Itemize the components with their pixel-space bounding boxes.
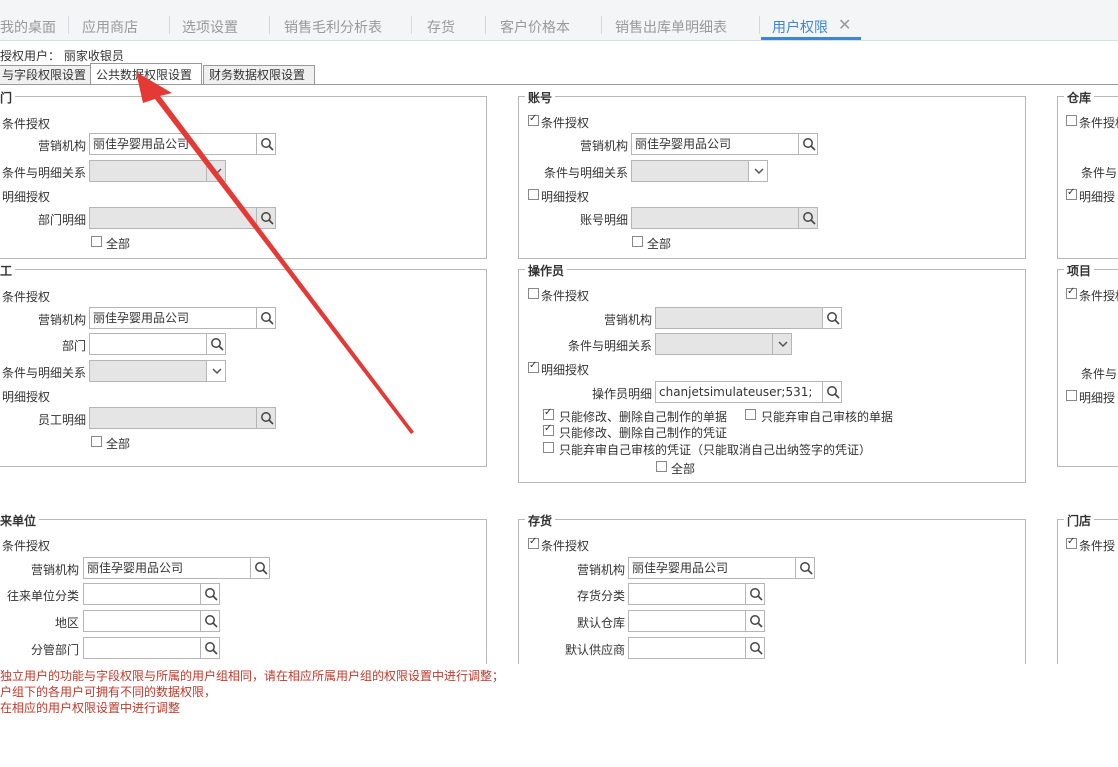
annotation-arrow xyxy=(136,72,414,434)
annotation-arrow-shape xyxy=(136,72,414,434)
